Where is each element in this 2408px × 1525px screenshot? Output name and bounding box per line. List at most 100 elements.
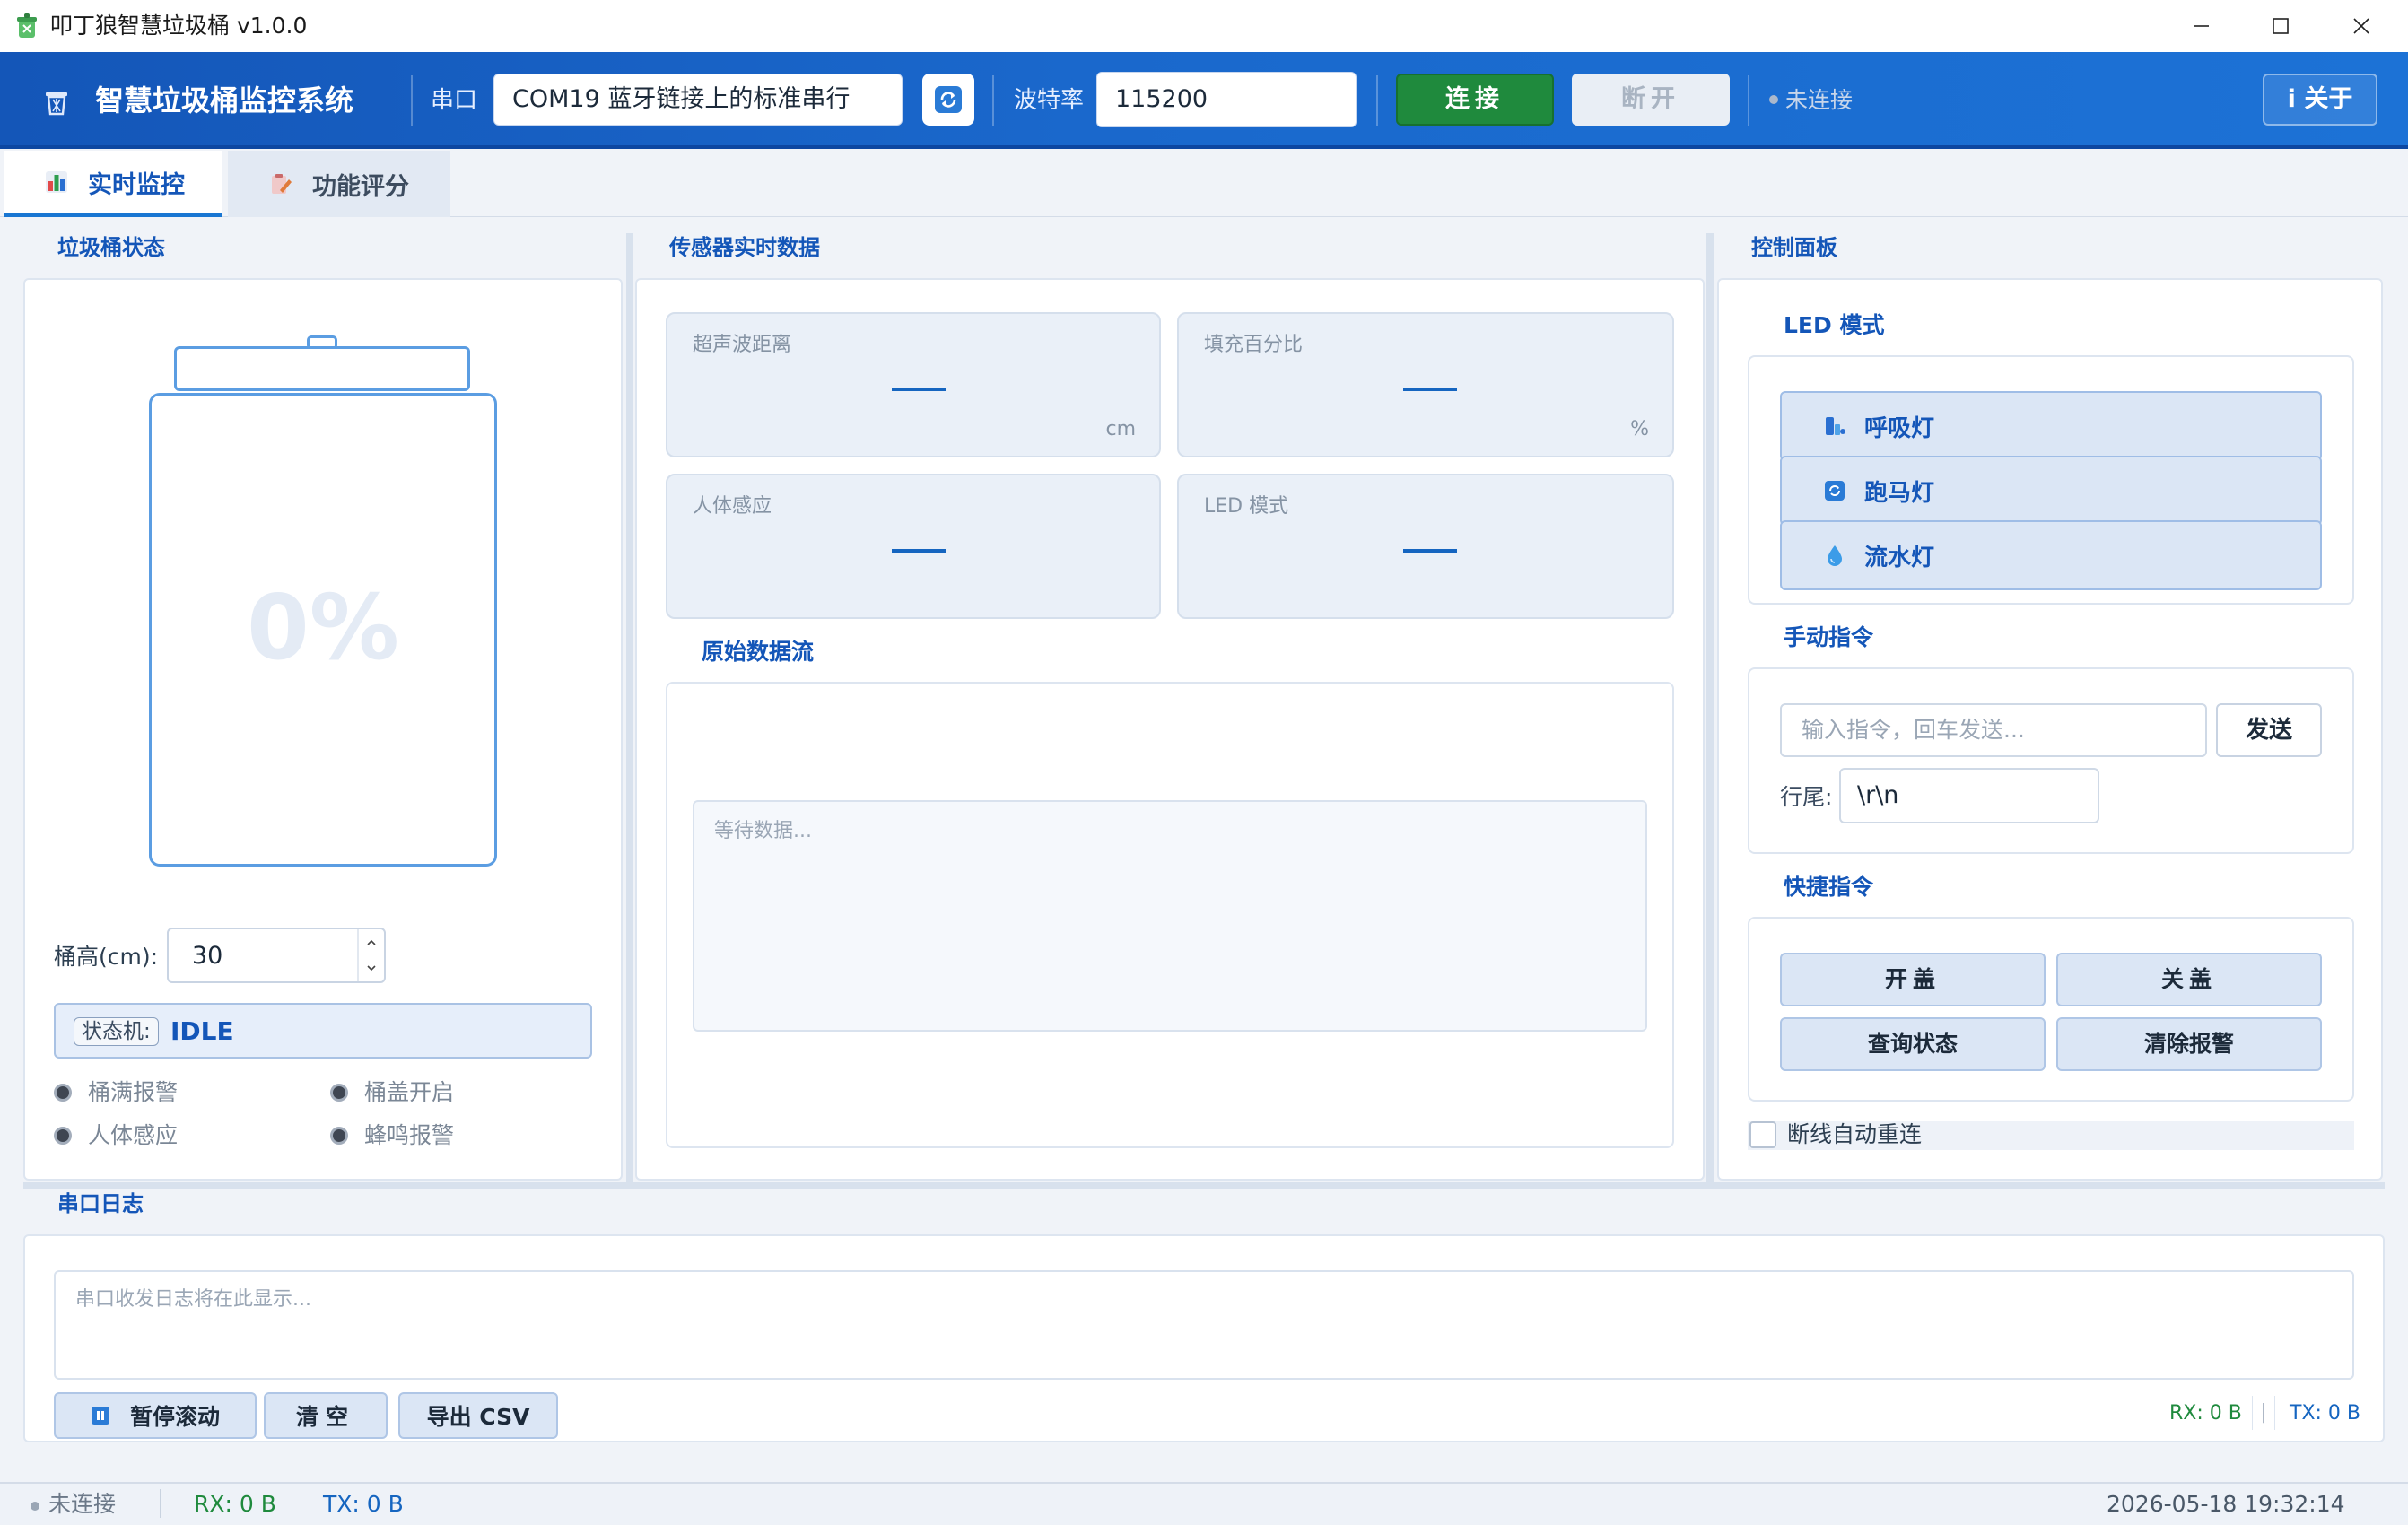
ultrasonic-distance-card: 超声波距离 cm [666, 312, 1161, 458]
status-bar-connection-dot [31, 1502, 39, 1511]
card-label: 人体感应 [693, 495, 772, 518]
auto-reconnect-label[interactable]: 断线自动重连 [1787, 1120, 1922, 1150]
state-machine-value: IDLE [170, 1016, 234, 1046]
app-logo-icon [14, 13, 39, 39]
line-ending-label: 行尾: [1780, 784, 1833, 810]
card-value-placeholder [1403, 388, 1457, 391]
bin-status-title: 垃圾桶状态 [47, 233, 176, 262]
led-breathing-button[interactable]: 呼吸灯 [1780, 391, 2322, 461]
raw-data-placeholder: 等待数据... [714, 820, 812, 842]
maximize-button[interactable] [2239, 0, 2322, 52]
state-machine-display: 状态机: IDLE [54, 1003, 592, 1059]
control-panel-title: 控制面板 [1741, 233, 1848, 262]
close-button[interactable] [2320, 0, 2403, 52]
log-rx-bytes: RX: 0 B [2169, 1402, 2242, 1425]
trash-bin-icon [41, 86, 72, 117]
tab-label: 功能评分 [312, 172, 409, 201]
connection-status: 未连接 [1785, 87, 1854, 113]
card-unit: cm [1105, 418, 1136, 440]
card-value-placeholder [892, 388, 946, 391]
clipboard-pencil-icon [272, 174, 292, 194]
clear-alarm-button[interactable]: 清除报警 [2056, 1017, 2322, 1071]
spin-down-button[interactable] [359, 956, 384, 980]
header-separator [1376, 75, 1378, 126]
serial-port-select[interactable]: COM19 蓝牙链接上的标准串行 [493, 74, 903, 126]
window-title: 叩丁狼智慧垃圾桶 v1.0.0 [50, 13, 308, 39]
minimize-button[interactable] [2160, 0, 2243, 52]
header-separator [992, 75, 994, 126]
serial-log-textarea[interactable]: 串口收发日志将在此显示... [54, 1270, 2354, 1380]
led-mode-title: LED 模式 [1784, 312, 1885, 338]
raw-data-title: 原始数据流 [702, 639, 815, 665]
led-marquee-button[interactable]: 跑马灯 [1780, 456, 2322, 526]
connection-status-dot [1769, 95, 1778, 104]
pause-scroll-button[interactable]: 暂停滚动 [54, 1392, 257, 1439]
card-label: LED 模式 [1204, 495, 1289, 518]
buzzer-alarm-indicator [330, 1127, 348, 1145]
led-mode-card: LED 模式 [1177, 474, 1674, 619]
refresh-ports-button[interactable] [922, 74, 974, 126]
splitter-handle[interactable] [1706, 233, 1714, 1182]
connect-button[interactable]: 连接 [1396, 74, 1554, 126]
card-value-placeholder [1403, 549, 1457, 553]
led-mode-label: 跑马灯 [1864, 479, 1935, 507]
card-unit: % [1630, 418, 1649, 440]
led-flow-button[interactable]: 流水灯 [1780, 520, 2322, 590]
splitter-handle[interactable] [626, 233, 633, 1182]
manual-command-title: 手动指令 [1784, 624, 1874, 650]
bin-height-spinbox[interactable]: 30 [167, 928, 386, 983]
status-bar-separator [160, 1489, 161, 1518]
raw-data-textarea[interactable]: 等待数据... [693, 800, 1647, 1032]
status-bar-datetime: 2026-05-18 19:32:14 [2107, 1491, 2345, 1517]
pause-scroll-label: 暂停滚动 [129, 1404, 220, 1430]
bin-height-value: 30 [192, 942, 223, 970]
port-label: 串口 [431, 87, 478, 114]
full-alarm-label: 桶满报警 [88, 1079, 179, 1105]
sensor-data-title: 传感器实时数据 [659, 233, 831, 262]
tab-realtime-monitor[interactable]: 实时监控 [4, 151, 222, 217]
lid-open-indicator [330, 1084, 348, 1102]
log-counter-separator: | [2252, 1396, 2275, 1430]
chevron-up-icon [367, 939, 376, 946]
query-status-button[interactable]: 查询状态 [1780, 1017, 2046, 1071]
open-lid-button[interactable]: 开盖 [1780, 953, 2046, 1006]
close-lid-button[interactable]: 关盖 [2056, 953, 2322, 1006]
splitter-handle[interactable] [23, 1182, 2385, 1190]
serial-log-title: 串口日志 [47, 1190, 154, 1218]
status-bar-rx: RX: 0 B [194, 1491, 276, 1517]
bin-fill-percent: 0% [247, 575, 399, 680]
manual-command-frame [1748, 667, 2354, 854]
baud-rate-select[interactable]: 115200 [1096, 72, 1357, 127]
clear-log-button[interactable]: 清空 [264, 1392, 388, 1439]
quick-command-title: 快捷指令 [1784, 874, 1874, 900]
state-machine-tag: 状态机: [74, 1017, 159, 1046]
log-tx-bytes: TX: 0 B [2290, 1402, 2360, 1425]
bar-chart-icon [46, 171, 67, 193]
quick-command-frame [1748, 917, 2354, 1102]
command-input[interactable]: 输入指令，回车发送... [1780, 703, 2207, 757]
baud-label: 波特率 [1014, 87, 1085, 114]
buzzer-alarm-label: 蜂鸣报警 [364, 1122, 455, 1148]
send-button[interactable]: 发送 [2216, 703, 2322, 757]
bin-height-label: 桶高(cm): [54, 944, 159, 970]
tab-function-score[interactable]: 功能评分 [228, 151, 450, 217]
pause-icon [91, 1407, 109, 1425]
auto-reconnect-checkbox[interactable] [1749, 1121, 1776, 1148]
chevron-down-icon [367, 965, 376, 972]
spin-up-button[interactable] [359, 931, 384, 954]
line-ending-input[interactable]: \r\n [1839, 768, 2099, 824]
disconnect-button[interactable]: 断开 [1572, 74, 1730, 126]
human-sensor-label: 人体感应 [88, 1122, 179, 1148]
app-brand-title: 智慧垃圾桶监控系统 [95, 83, 354, 118]
human-sensor-card: 人体感应 [666, 474, 1161, 619]
tab-label: 实时监控 [88, 170, 185, 199]
export-csv-button[interactable]: 导出 CSV [398, 1392, 558, 1439]
window-title-bar [0, 0, 2408, 52]
status-bar-tx: TX: 0 B [323, 1491, 404, 1517]
refresh-icon [935, 86, 962, 113]
header-separator [1748, 75, 1749, 126]
about-button[interactable]: i 关于 [2263, 74, 2377, 126]
card-label: 超声波距离 [693, 334, 792, 356]
lid-open-label: 桶盖开启 [364, 1079, 455, 1105]
status-bar-connection: 未连接 [48, 1491, 117, 1517]
